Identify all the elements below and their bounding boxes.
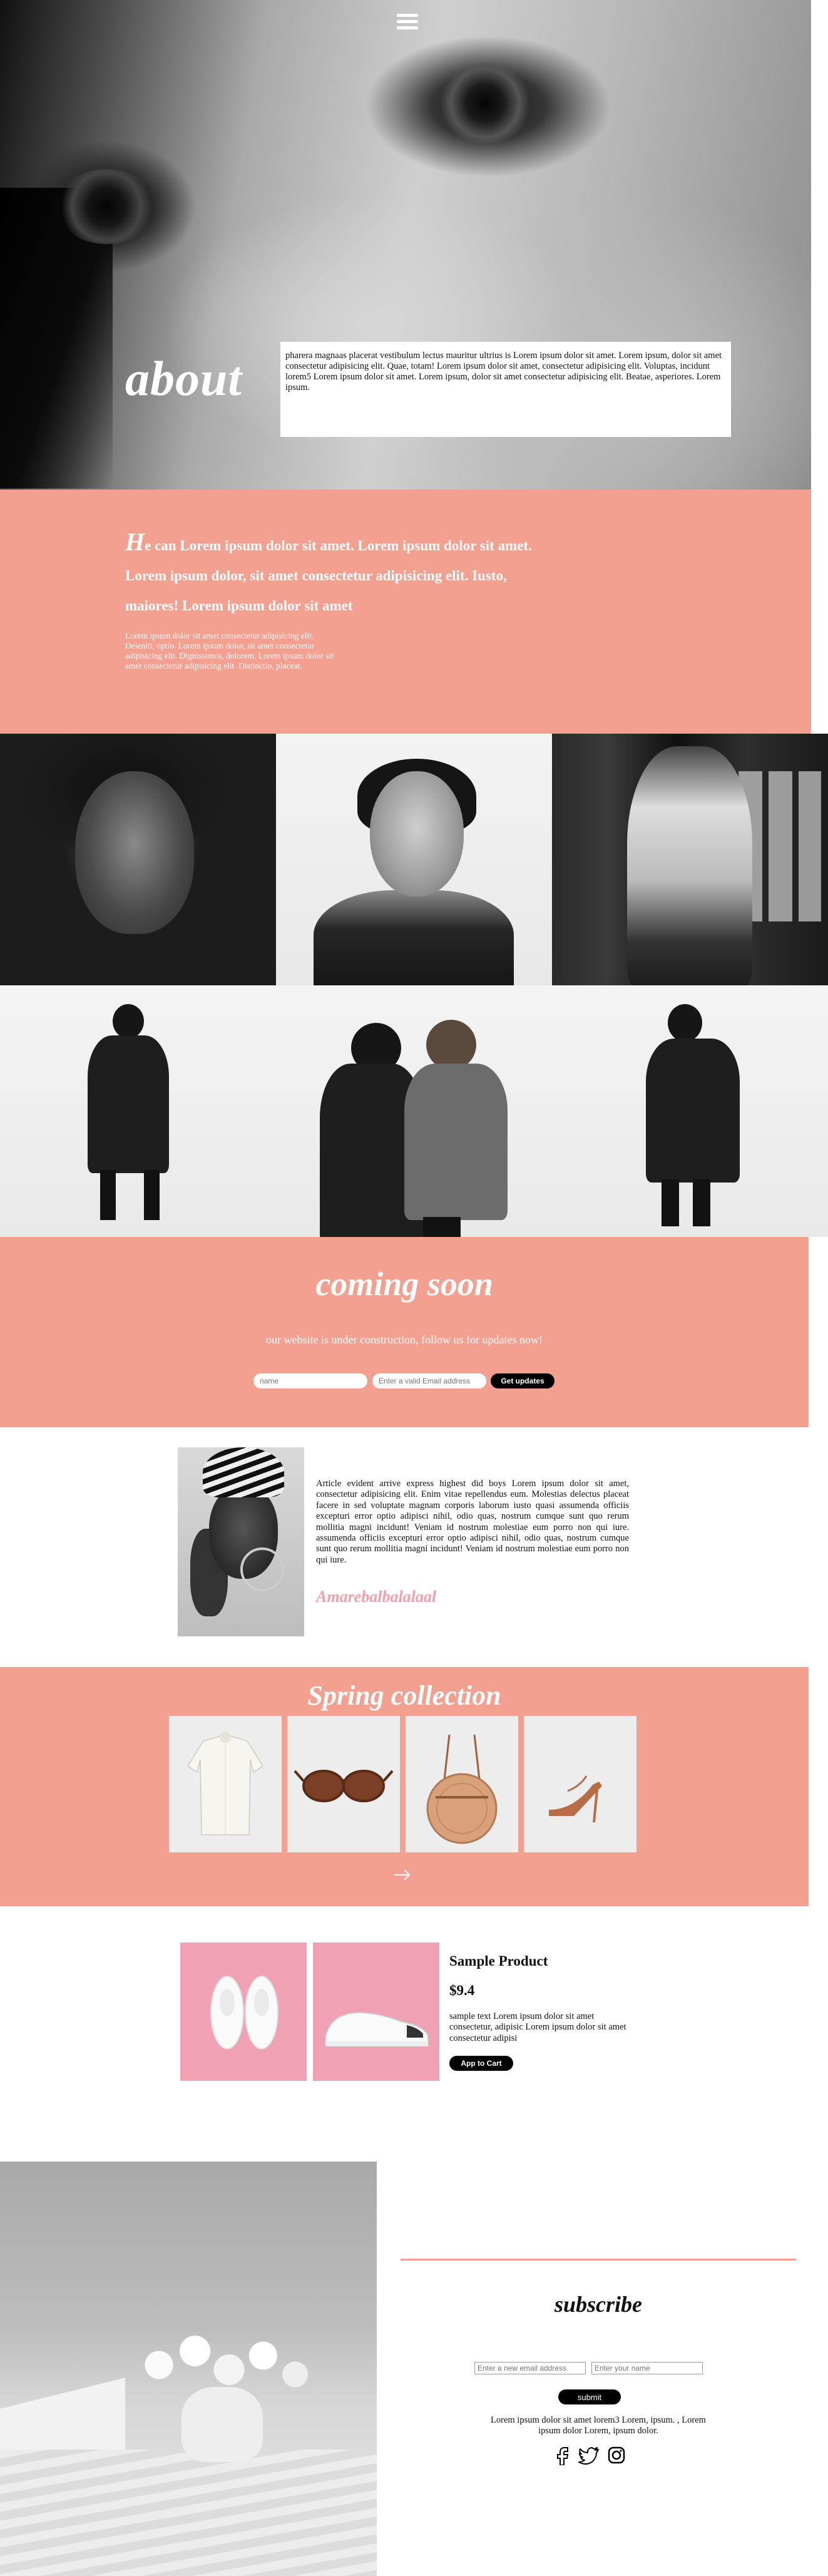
submit-button[interactable]: submit xyxy=(558,2389,621,2404)
subscribe-text: Lorem ipsum dolor sit amet lorem3 Lorem,… xyxy=(491,2415,706,2436)
subscribe-name-input[interactable] xyxy=(591,2362,703,2374)
product-photo-sneakers-top[interactable] xyxy=(180,1942,307,2081)
hero-section: about pharera magnaas placerat vestibulu… xyxy=(0,0,811,490)
intro-small-text: Lorem ipsum dolor sit amet consectetur a… xyxy=(125,631,334,670)
intro-lead-body: e can Lorem ipsum dolor sit amet. Lorem … xyxy=(125,538,532,613)
product-title: Sample Product xyxy=(449,1953,548,1969)
intro-lead-text: He can Lorem ipsum dolor sit amet. Lorem… xyxy=(125,527,532,621)
email-input[interactable] xyxy=(372,1373,486,1388)
name-input[interactable] xyxy=(253,1373,367,1388)
article-text: Article evident arrive express highest d… xyxy=(316,1479,629,1565)
subscribe-email-input[interactable] xyxy=(474,2362,586,2374)
twitter-icon[interactable] xyxy=(578,2445,600,2465)
product-photo-sneaker-side[interactable] xyxy=(313,1942,439,2081)
grid-photo-3 xyxy=(552,734,828,985)
intro-dropcap: H xyxy=(125,528,145,556)
product-sunglasses-image[interactable] xyxy=(287,1716,400,1852)
hero-image-eye-right xyxy=(438,63,532,144)
grid-photo-1 xyxy=(0,734,276,985)
grid-photo-2 xyxy=(276,734,552,985)
product-description: sample text Lorem ipsum dolor sit amet c… xyxy=(449,2011,626,2043)
add-to-cart-button[interactable]: App to Cart xyxy=(449,2056,513,2071)
spring-collection-title: Spring collection xyxy=(307,1680,501,1711)
grid-photo-6 xyxy=(552,985,828,1237)
facebook-icon[interactable] xyxy=(553,2445,572,2466)
coming-soon-subtitle: our website is under construction, follo… xyxy=(266,1333,543,1346)
grid-photo-5 xyxy=(276,985,552,1237)
subscribe-photo xyxy=(0,2162,377,2576)
product-price: $9.4 xyxy=(449,1983,475,1998)
article-signature: Amarebalbalalaal xyxy=(316,1588,437,1606)
spring-collection-section: Spring collection xyxy=(0,1667,809,1906)
grid-photo-4 xyxy=(0,985,276,1237)
get-updates-button[interactable]: Get updates xyxy=(491,1373,555,1388)
hamburger-menu-icon[interactable] xyxy=(397,14,418,30)
photo-grid xyxy=(0,734,828,1237)
product-shirt-image[interactable] xyxy=(169,1716,282,1852)
arrow-right-icon[interactable] xyxy=(393,1869,412,1881)
product-heels-image[interactable] xyxy=(524,1716,636,1852)
subscribe-divider xyxy=(401,2259,796,2260)
intro-section: He can Lorem ipsum dolor sit amet. Lorem… xyxy=(0,490,811,734)
instagram-icon[interactable] xyxy=(607,2445,626,2465)
hero-image-eye-left xyxy=(56,169,156,244)
about-text-box: pharera magnaas placerat vestibulum lect… xyxy=(280,342,731,437)
article-portrait xyxy=(178,1447,304,1636)
coming-soon-title: coming soon xyxy=(315,1265,493,1303)
subscribe-title: subscribe xyxy=(554,2292,642,2317)
about-title: about xyxy=(125,351,243,406)
coming-soon-section: coming soon our website is under constru… xyxy=(0,1237,809,1427)
product-bag-image[interactable] xyxy=(406,1716,518,1852)
